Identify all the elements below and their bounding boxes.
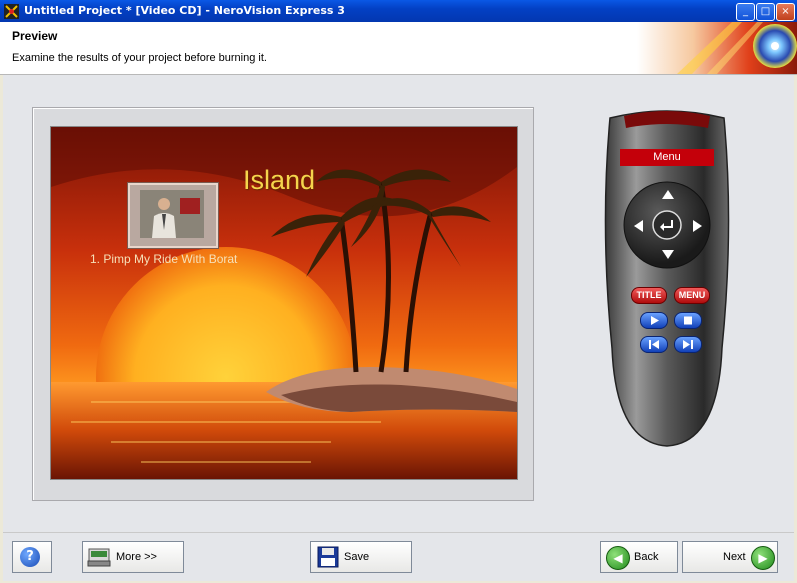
nero-header-logo xyxy=(637,22,797,74)
enter-icon xyxy=(660,220,673,231)
remote-previous-button[interactable] xyxy=(640,336,668,353)
person-thumbnail-image xyxy=(140,190,204,238)
next-button-label: Next xyxy=(723,551,746,563)
more-button-label: More >> xyxy=(116,551,157,563)
menu-title: Island xyxy=(243,165,316,195)
app-window: Untitled Project * [Video CD] - NeroVisi… xyxy=(0,0,797,583)
title-bar[interactable]: Untitled Project * [Video CD] - NeroVisi… xyxy=(0,0,797,22)
help-icon: ? xyxy=(20,547,40,567)
wizard-header: Preview Examine the results of your proj… xyxy=(0,22,797,75)
back-arrow-icon: ◀ xyxy=(606,546,630,570)
remote-stop-button[interactable] xyxy=(674,312,702,329)
save-button[interactable]: Save xyxy=(310,541,412,573)
chapter-thumbnail-image xyxy=(140,190,204,238)
back-button-label: Back xyxy=(634,551,659,563)
page-title: Preview xyxy=(12,29,58,43)
chapter-thumbnail[interactable] xyxy=(128,183,218,248)
remote-display-menu: Menu xyxy=(620,149,714,166)
next-button[interactable]: Next ▶ xyxy=(682,541,778,573)
drive-icon xyxy=(87,548,111,567)
play-icon xyxy=(651,316,659,325)
left-arrow-icon xyxy=(634,220,643,232)
minimize-button[interactable]: _ xyxy=(736,3,755,21)
next-arrow-icon: ▶ xyxy=(751,546,775,570)
close-icon: × xyxy=(781,6,790,17)
next-icon xyxy=(683,340,693,349)
floppy-disk-icon xyxy=(317,546,339,568)
down-arrow-icon xyxy=(662,250,674,259)
help-button[interactable]: ? xyxy=(12,541,52,573)
maximize-icon: □ xyxy=(760,6,771,17)
remote-next-button[interactable] xyxy=(674,336,702,353)
remote-up-button[interactable] xyxy=(658,186,678,204)
maximize-button[interactable]: □ xyxy=(756,3,775,21)
stop-icon xyxy=(684,316,692,325)
remote-title-button[interactable]: TITLE xyxy=(631,287,667,304)
window-title: Untitled Project * [Video CD] - NeroVisi… xyxy=(24,4,345,17)
remote-menu-button[interactable]: MENU xyxy=(674,287,710,304)
close-button[interactable]: × xyxy=(776,3,795,21)
more-button[interactable]: More >> xyxy=(82,541,184,573)
page-subtitle: Examine the results of your project befo… xyxy=(12,52,267,64)
nerovision-app-icon xyxy=(4,4,19,19)
previous-icon xyxy=(649,340,659,349)
remote-right-button[interactable] xyxy=(688,216,706,236)
back-button[interactable]: ◀ Back xyxy=(600,541,678,573)
remote-enter-button[interactable] xyxy=(656,215,680,237)
remote-play-button[interactable] xyxy=(640,312,668,329)
up-arrow-icon xyxy=(662,190,674,199)
menu-chapter-link[interactable]: 1. Pimp My Ride With Borat xyxy=(90,252,237,266)
remote-down-button[interactable] xyxy=(658,245,678,263)
save-button-label: Save xyxy=(344,551,370,563)
minimize-icon: _ xyxy=(743,6,748,17)
right-arrow-icon xyxy=(693,220,702,232)
remote-left-button[interactable] xyxy=(630,216,648,236)
